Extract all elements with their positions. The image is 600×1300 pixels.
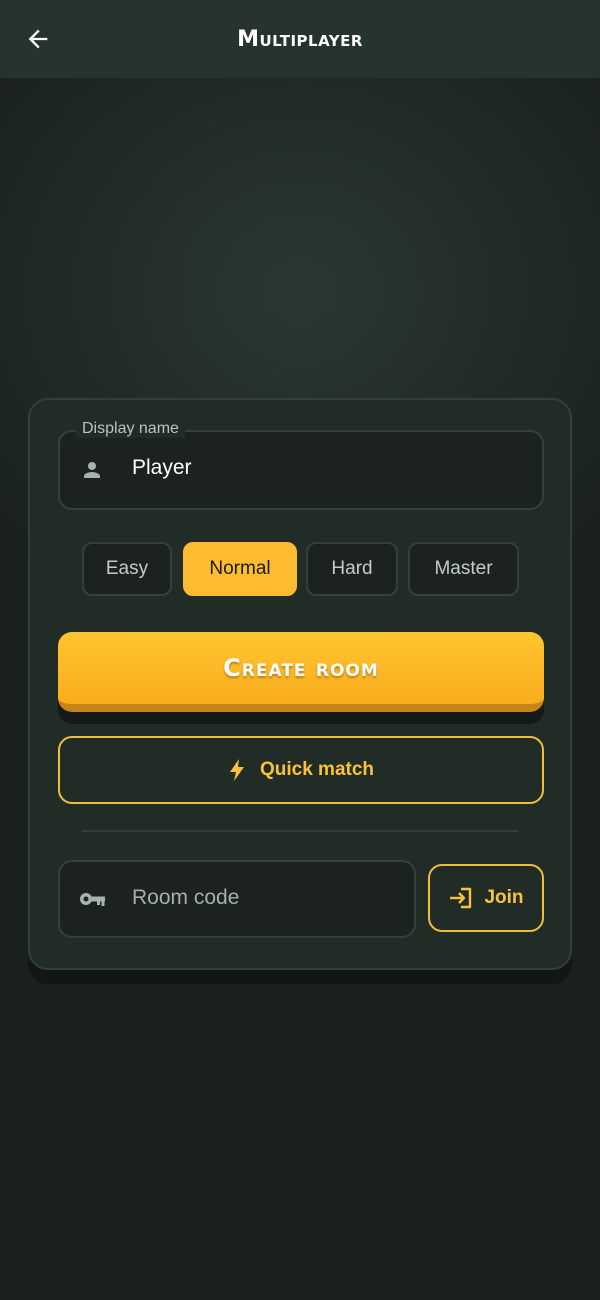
difficulty-easy[interactable]: Easy <box>82 542 172 596</box>
lightning-bolt-icon <box>229 759 244 781</box>
display-name-label: Display name <box>76 420 185 438</box>
difficulty-hard[interactable]: Hard <box>306 542 398 596</box>
top-app-bar: Multiplayer <box>0 0 600 78</box>
divider <box>82 830 518 832</box>
person-icon <box>84 462 100 478</box>
arrow-left-icon <box>28 29 48 49</box>
join-button[interactable]: Join <box>428 864 544 932</box>
page-title: Multiplayer <box>237 26 363 52</box>
multiplayer-card: Display name Player Easy Normal Hard Mas… <box>28 398 572 970</box>
display-name-value[interactable]: Player <box>132 456 192 480</box>
room-code-placeholder: Room code <box>132 886 240 909</box>
difficulty-master[interactable]: Master <box>408 542 519 596</box>
create-room-button[interactable]: Create room <box>58 632 544 712</box>
room-code-input[interactable]: Room code <box>58 860 416 938</box>
key-icon <box>80 893 105 906</box>
difficulty-normal[interactable]: Normal <box>183 542 297 596</box>
back-button[interactable] <box>22 24 54 54</box>
quick-match-button[interactable]: Quick match <box>58 736 544 804</box>
display-name-field[interactable]: Display name Player <box>58 420 544 510</box>
login-icon <box>450 887 472 909</box>
quick-match-label: Quick match <box>259 759 375 780</box>
join-label: Join <box>484 887 524 908</box>
